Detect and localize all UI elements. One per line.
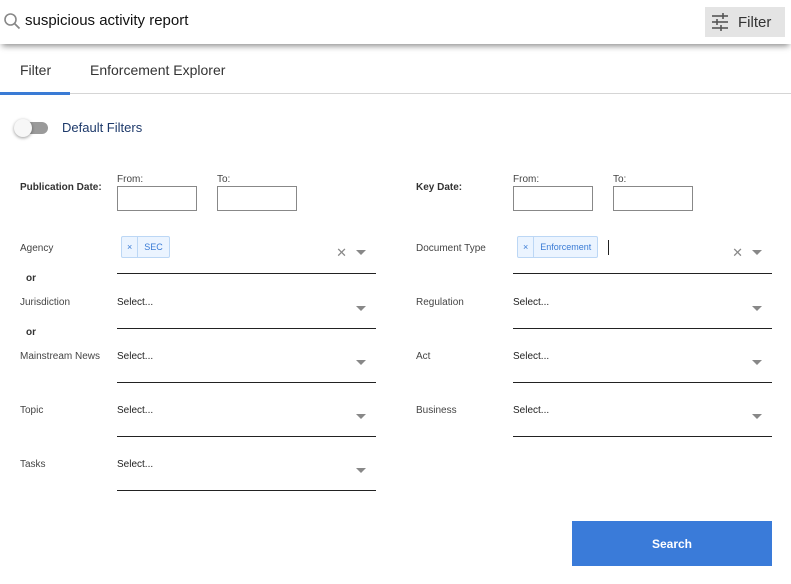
chevron-down-icon[interactable]	[752, 250, 762, 255]
tab-filter[interactable]: Filter	[20, 62, 51, 78]
search-input[interactable]: suspicious activity report	[25, 12, 188, 29]
mainstream-news-label: Mainstream News	[20, 351, 101, 362]
topic-label: Topic	[20, 405, 44, 416]
toggle-knob	[14, 119, 32, 137]
agency-chip-sec: × SEC	[121, 236, 170, 258]
key-date-to-label: To:	[613, 174, 627, 185]
default-filters-toggle[interactable]	[14, 119, 48, 137]
agency-label: Agency	[20, 243, 54, 254]
tasks-placeholder: Select...	[117, 459, 154, 470]
jurisdiction-placeholder: Select...	[117, 297, 154, 308]
chevron-down-icon[interactable]	[356, 414, 366, 419]
chip-remove-icon[interactable]: ×	[122, 237, 139, 257]
tasks-select[interactable]: Select...	[117, 459, 376, 491]
chip-label: SEC	[144, 242, 163, 252]
active-tab-indicator	[0, 92, 70, 95]
sliders-icon	[712, 13, 728, 31]
business-label: Business	[416, 405, 457, 416]
act-select[interactable]: Select...	[513, 351, 772, 383]
mainstream-news-placeholder: Select...	[117, 351, 154, 362]
chevron-down-icon[interactable]	[356, 306, 366, 311]
filter-button[interactable]: Filter	[705, 7, 785, 37]
document-type-select[interactable]: × Enforcement ✕	[513, 232, 772, 274]
chevron-down-icon[interactable]	[356, 250, 366, 255]
document-type-label: Document Type	[416, 243, 486, 254]
chevron-down-icon[interactable]	[752, 414, 762, 419]
document-type-chip-enforcement: × Enforcement	[517, 236, 599, 258]
clear-icon[interactable]: ✕	[732, 246, 743, 259]
tab-bar: Filter Enforcement Explorer	[0, 46, 791, 95]
jurisdiction-select[interactable]: Select...	[117, 297, 376, 329]
publication-date-from-input[interactable]	[117, 186, 197, 211]
publication-date-from-label: From:	[117, 174, 144, 185]
key-date-from-label: From:	[513, 174, 540, 185]
publication-date-to-label: To:	[217, 174, 231, 185]
act-label: Act	[416, 351, 431, 362]
tab-enforcement-explorer[interactable]: Enforcement Explorer	[90, 62, 225, 78]
chevron-down-icon[interactable]	[752, 360, 762, 365]
text-cursor	[608, 240, 609, 255]
publication-date-label: Publication Date:	[20, 182, 102, 193]
regulation-select[interactable]: Select...	[513, 297, 772, 329]
search-button[interactable]: Search	[572, 521, 772, 566]
chevron-down-icon[interactable]	[356, 360, 366, 365]
tasks-label: Tasks	[20, 459, 46, 470]
search-bar: suspicious activity report Filter	[0, 0, 791, 44]
business-select[interactable]: Select...	[513, 405, 772, 437]
key-date-from-input[interactable]	[513, 186, 593, 211]
publication-date-to-input[interactable]	[217, 186, 297, 211]
chevron-down-icon[interactable]	[356, 468, 366, 473]
chevron-down-icon[interactable]	[752, 306, 762, 311]
filter-button-label: Filter	[738, 13, 772, 31]
jurisdiction-label: Jurisdiction	[20, 297, 71, 308]
act-placeholder: Select...	[513, 351, 550, 362]
key-date-label: Key Date:	[416, 182, 463, 193]
regulation-placeholder: Select...	[513, 297, 550, 308]
regulation-label: Regulation	[416, 297, 464, 308]
topic-select[interactable]: Select...	[117, 405, 376, 437]
clear-icon[interactable]: ✕	[336, 246, 347, 259]
default-filters-label: Default Filters	[62, 120, 143, 135]
or-label: or	[26, 327, 36, 338]
mainstream-news-select[interactable]: Select...	[117, 351, 376, 383]
chip-label: Enforcement	[540, 242, 592, 252]
business-placeholder: Select...	[513, 405, 550, 416]
key-date-to-input[interactable]	[613, 186, 693, 211]
topic-placeholder: Select...	[117, 405, 154, 416]
agency-select[interactable]: × SEC ✕	[117, 232, 376, 274]
chip-remove-icon[interactable]: ×	[518, 237, 535, 257]
search-icon	[4, 13, 21, 30]
or-label: or	[26, 273, 36, 284]
